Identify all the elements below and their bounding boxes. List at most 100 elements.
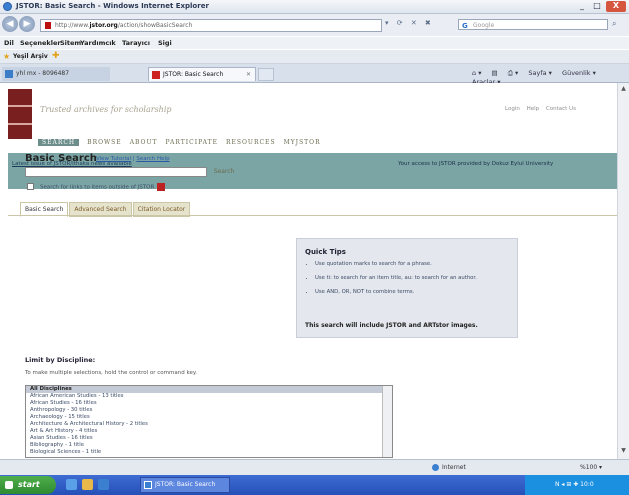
view-tutorial-link[interactable]: View Tutorial — [96, 156, 131, 162]
help-links: View Tutorial | Search Help — [96, 156, 170, 162]
tab-jstor[interactable]: JSTOR: Basic Search ✕ — [148, 67, 256, 81]
start-button[interactable]: start — [0, 476, 56, 494]
list-item[interactable]: Biological Sciences - 1 title — [26, 449, 392, 456]
taskbar: start JSTOR: Basic Search N ◂ ⊞ ✚ 10:0 — [0, 475, 629, 495]
zoom-level[interactable]: %100 ▾ — [580, 464, 602, 471]
search-help-link[interactable]: Search Help — [136, 156, 169, 162]
nav-resources[interactable]: RESOURCES — [226, 139, 276, 146]
list-item[interactable]: Asian Studies - 16 titles — [26, 435, 392, 442]
quicklaunch-icon[interactable] — [82, 479, 93, 490]
nav-myjstor[interactable]: MYJSTOR — [284, 139, 321, 146]
safety-menu[interactable]: Güvenlik ▾ — [562, 69, 596, 77]
login-link[interactable]: Login — [505, 106, 520, 112]
address-row: ◀ ▶ http://www.jstor.org/action/showBasi… — [0, 14, 629, 36]
forward-button[interactable]: ▶ — [19, 16, 35, 32]
tip-item: Use quotation marks to search for a phra… — [315, 261, 515, 267]
google-icon: G — [462, 22, 468, 30]
back-button[interactable]: ◀ — [2, 16, 18, 32]
nav-participate[interactable]: PARTICIPATE — [166, 139, 218, 146]
taskbar-item-ie[interactable]: JSTOR: Basic Search — [140, 477, 230, 493]
list-item[interactable]: Anthropology - 30 titles — [26, 407, 392, 414]
favorites-bar: ★ Yeşil Arşiv ✚ — [0, 50, 629, 64]
list-item[interactable]: African Studies - 16 titles — [26, 400, 392, 407]
limit-hint: To make multiple selections, hold the co… — [25, 370, 198, 376]
ie-icon — [144, 481, 152, 489]
menu-item-help[interactable]: Sigi — [158, 39, 172, 47]
nav-browse[interactable]: BROWSE — [87, 139, 122, 146]
main-nav: SEARCH BROWSE ABOUT PARTICIPATE RESOURCES MYJ… — [38, 138, 329, 150]
nav-about[interactable]: ABOUT — [130, 139, 158, 146]
quicklaunch-icon[interactable] — [66, 479, 77, 490]
tip-item: Use ti: to search for an item title, au:… — [315, 275, 515, 281]
info-icon[interactable] — [157, 183, 166, 191]
tab-label: JSTOR: Basic Search — [163, 71, 224, 78]
address-bar[interactable]: http://www.jstor.org/action/showBasicSea… — [40, 19, 382, 32]
security-zone: Internet — [432, 464, 466, 471]
list-item[interactable]: Art & Art History - 4 titles — [26, 428, 392, 435]
quick-tips-panel: Quick Tips Use quotation marks to search… — [296, 238, 518, 338]
logo-stripe — [8, 105, 32, 107]
top-links: Login Help Contact Us — [505, 106, 581, 112]
checkbox-label: Search for links to items outside of JST… — [40, 183, 166, 191]
maximize-button[interactable]: □ — [590, 1, 604, 12]
system-tray: N ◂ ⊞ ✚ 10:0 — [525, 475, 629, 495]
discipline-listbox[interactable]: All Disciplines African American Studies… — [25, 385, 393, 458]
menu-item-favorites[interactable]: Yardımcık — [80, 39, 116, 47]
minimize-button[interactable]: _ — [575, 1, 589, 12]
jstor-logo[interactable] — [8, 89, 32, 139]
scroll-up-icon[interactable]: ▲ — [620, 85, 627, 93]
quick-tips-title: Quick Tips — [305, 248, 346, 256]
window-titlebar: JSTOR: Basic Search - Windows Internet E… — [0, 0, 629, 14]
ie-icon — [3, 2, 12, 11]
home-icon[interactable]: ⌂ ▾ — [472, 69, 481, 77]
refresh-stop-icons[interactable]: ▾ ⟳ ✕ ✖ — [385, 19, 434, 27]
page-title: Basic Search — [25, 153, 97, 164]
nav-search[interactable]: SEARCH — [38, 139, 80, 146]
url-text: http://www.jstor.org/action/showBasicSea… — [55, 22, 193, 29]
access-text: Your access to JSTOR provided by Dokuz E… — [398, 161, 554, 167]
globe-icon — [432, 464, 439, 471]
tab-close-icon[interactable]: ✕ — [246, 68, 251, 82]
search-box[interactable]: G Google — [458, 19, 608, 30]
close-button[interactable]: X — [606, 1, 626, 12]
divider — [8, 215, 617, 216]
search-button[interactable]: Search — [210, 167, 238, 177]
search-tabs: Basic Search Advanced Search Citation Loca… — [20, 202, 191, 217]
status-bar: Internet %100 ▾ — [0, 459, 629, 475]
outside-links-checkbox[interactable] — [27, 183, 34, 190]
add-favorite-icon[interactable]: ✚ — [52, 51, 60, 61]
list-item[interactable]: Bibliography - 1 title — [26, 442, 392, 449]
window-title: JSTOR: Basic Search - Windows Internet E… — [16, 2, 209, 10]
scroll-down-icon[interactable]: ▼ — [620, 447, 627, 455]
listbox-scrollbar[interactable] — [382, 386, 392, 457]
tips-list: Use quotation marks to search for a phra… — [297, 261, 523, 303]
search-go-icon[interactable]: ⌕ — [612, 19, 616, 29]
list-item[interactable]: Architecture & Architectural History - 2… — [26, 421, 392, 428]
page-menu[interactable]: Sayfa ▾ — [528, 69, 552, 77]
windows-logo-icon — [5, 481, 13, 489]
new-tab-button[interactable] — [258, 68, 274, 81]
search-placeholder: Google — [473, 22, 495, 29]
menu-item-file[interactable]: Dil — [4, 39, 14, 47]
print-icon[interactable]: ⎙ ▾ — [508, 69, 519, 77]
contact-link[interactable]: Contact Us — [546, 106, 576, 112]
list-item[interactable]: All Disciplines — [26, 386, 392, 393]
list-item[interactable]: Archaeology - 15 titles — [26, 414, 392, 421]
favorites-star-icon[interactable]: ★ — [3, 52, 10, 61]
quicklaunch-icon[interactable] — [98, 479, 109, 490]
help-link[interactable]: Help — [527, 106, 540, 112]
favorites-label[interactable]: Yeşil Arşiv — [13, 53, 48, 60]
tips-note: This search will include JSTOR and ARTst… — [305, 322, 478, 329]
tip-item: Use AND, OR, NOT to combine terms. — [315, 289, 515, 295]
menu-item-tools[interactable]: Tarayıcı — [122, 39, 150, 47]
tab-mail[interactable]: yhl mx - 8096487 — [2, 67, 110, 81]
feeds-icon[interactable]: ▤ — [492, 69, 498, 77]
search-input[interactable] — [25, 167, 207, 177]
menu-item-view[interactable]: Sitem — [60, 39, 81, 47]
jstor-favicon-icon — [152, 71, 160, 79]
list-item[interactable]: African American Studies - 13 titles — [26, 393, 392, 400]
menu-item-edit[interactable]: Seçenekler — [20, 39, 61, 47]
tab-favicon-icon — [5, 70, 13, 78]
site-tagline: Trusted archives for scholarship — [40, 105, 172, 114]
page-scrollbar[interactable]: ▲ ▼ — [617, 83, 629, 459]
